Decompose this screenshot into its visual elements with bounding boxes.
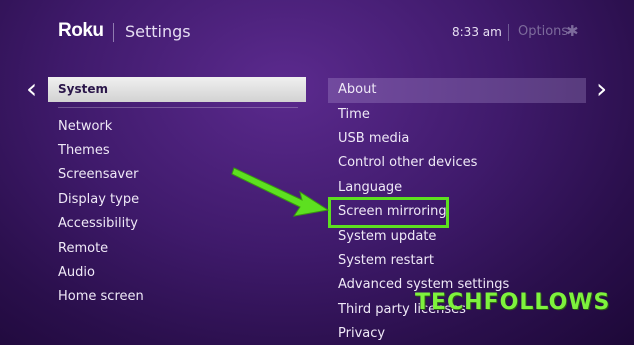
left-menu-item-home-screen[interactable]: Home screen <box>58 289 144 304</box>
right-menu-item-privacy[interactable]: Privacy <box>338 326 385 341</box>
watermark-logo: TECHFOLLOWS <box>415 290 611 315</box>
left-menu-item-screensaver[interactable]: Screensaver <box>58 167 138 182</box>
chevron-right-icon[interactable]: › <box>596 75 607 103</box>
right-menu-item-usb-media[interactable]: USB media <box>338 131 409 146</box>
right-menu-item-control-other-devices[interactable]: Control other devices <box>338 155 477 170</box>
clock: 8:33 am <box>452 25 502 39</box>
left-menu-divider <box>58 107 298 108</box>
right-menu-item-language[interactable]: Language <box>338 180 402 195</box>
right-menu-item-about[interactable]: About <box>338 82 376 97</box>
left-menu-item-accessibility[interactable]: Accessibility <box>58 216 138 231</box>
right-menu-item-system-update[interactable]: System update <box>338 229 436 244</box>
right-menu-item-time[interactable]: Time <box>338 107 370 122</box>
left-menu-item-audio[interactable]: Audio <box>58 265 95 280</box>
options-label: Options <box>518 24 569 39</box>
pointer-arrow-icon <box>231 167 330 217</box>
left-menu-item-network[interactable]: Network <box>58 119 112 134</box>
roku-logo: Roku <box>58 20 104 41</box>
options-divider <box>508 24 509 41</box>
left-menu-item-remote[interactable]: Remote <box>58 241 108 256</box>
left-menu-item-themes[interactable]: Themes <box>58 143 110 158</box>
header-divider <box>113 23 114 42</box>
left-menu-item-display-type[interactable]: Display type <box>58 192 139 207</box>
asterisk-icon: ✱ <box>566 22 579 40</box>
page-title: Settings <box>125 22 191 41</box>
highlight-box <box>328 197 449 228</box>
chevron-left-icon[interactable]: ‹ <box>26 75 37 103</box>
left-menu-item-system[interactable]: System <box>48 77 306 102</box>
right-menu-item-system-restart[interactable]: System restart <box>338 253 434 268</box>
